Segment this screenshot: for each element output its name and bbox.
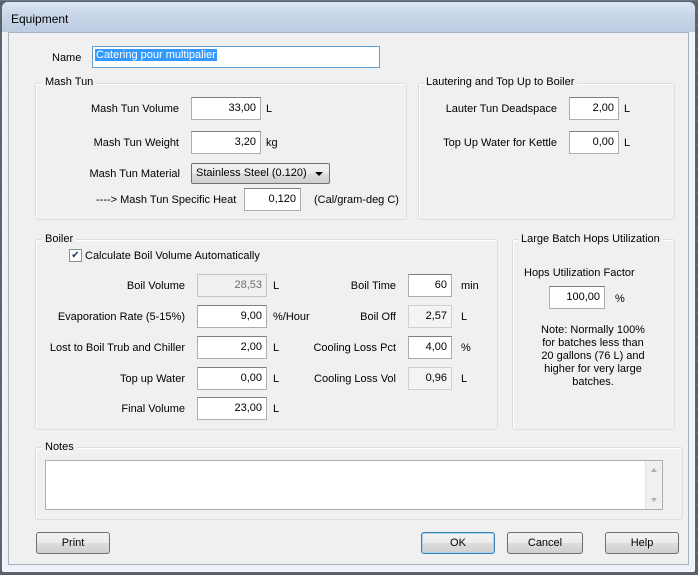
ok-button[interactable]: OK [421, 532, 495, 554]
cooling-loss-vol-unit: L [461, 373, 468, 385]
boil-off-unit: L [461, 311, 468, 323]
calc-boil-volume-checkbox[interactable]: ✔ [69, 249, 82, 262]
boil-volume-label: Boil Volume [126, 280, 185, 292]
final-volume-label: Final Volume [121, 403, 185, 415]
mash-tun-material-label: Mash Tun Material [89, 168, 180, 180]
scroll-down-icon[interactable] [651, 498, 657, 502]
final-volume-unit: L [273, 403, 280, 415]
name-value: Catering pour multipalier [95, 49, 217, 61]
lauter-deadspace-unit: L [624, 103, 631, 115]
mash-tun-volume-unit: L [266, 103, 273, 115]
hops-note: Note: Normally 100% for batches less tha… [522, 324, 664, 389]
equipment-dialog: Equipment Name Catering pour multipalier… [1, 1, 696, 573]
calc-boil-volume-label: Calculate Boil Volume Automatically [85, 250, 260, 262]
topup-water-unit: L [273, 373, 280, 385]
boil-off-field: 2,57 [408, 305, 452, 328]
topup-water-label: Top up Water [119, 373, 185, 385]
mash-tun-weight-label: Mash Tun Weight [93, 137, 179, 149]
hops-note-line: Note: Normally 100% [541, 324, 645, 336]
chevron-down-icon [315, 172, 323, 176]
print-button[interactable]: Print [36, 532, 110, 554]
boil-volume-unit: L [273, 280, 280, 292]
name-label: Name [52, 52, 82, 64]
help-button[interactable]: Help [605, 532, 679, 554]
mash-tun-material-value: Stainless Steel (0.120) [196, 167, 307, 179]
cooling-loss-vol-field: 0,96 [408, 367, 452, 390]
mash-tun-volume-input[interactable]: 33,00 [191, 97, 261, 120]
boiler-title: Boiler [42, 233, 77, 245]
boil-time-input[interactable]: 60 [408, 274, 452, 297]
cooling-loss-pct-input[interactable]: 4,00 [408, 336, 452, 359]
mash-tun-material-select[interactable]: Stainless Steel (0.120) [191, 163, 330, 184]
topup-water-input[interactable]: 0,00 [197, 367, 267, 390]
notes-scrollbar[interactable] [645, 461, 662, 509]
boil-volume-field: 28,53 [197, 274, 267, 297]
trub-chiller-input[interactable]: 2,00 [197, 336, 267, 359]
notes-textarea[interactable] [45, 460, 663, 510]
hops-note-line: batches. [572, 376, 614, 388]
mash-tun-weight-unit: kg [266, 137, 278, 149]
lauter-deadspace-label: Lauter Tun Deadspace [445, 103, 557, 115]
window-title: Equipment [11, 12, 69, 26]
evaporation-rate-input[interactable]: 9,00 [197, 305, 267, 328]
cooling-loss-pct-label: Cooling Loss Pct [313, 342, 396, 354]
hops-factor-input[interactable]: 100,00 [549, 286, 605, 309]
mash-tun-title: Mash Tun [42, 76, 97, 88]
hops-note-line: for batches less than [542, 337, 644, 349]
mash-tun-volume-label: Mash Tun Volume [90, 103, 179, 115]
lautering-title: Lautering and Top Up to Boiler [423, 76, 578, 88]
notes-title: Notes [42, 441, 77, 453]
hops-factor-label: Hops Utilization Factor [524, 267, 635, 279]
dialog-client-area: Name Catering pour multipalier Mash Tun … [8, 32, 689, 565]
cooling-loss-vol-label: Cooling Loss Vol [314, 373, 396, 385]
hops-title: Large Batch Hops Utilization [518, 233, 663, 245]
hops-note-line: 20 gallons (76 L) and [541, 350, 645, 362]
trub-chiller-label: Lost to Boil Trub and Chiller [49, 342, 185, 354]
mash-tun-specific-heat-label: ----> Mash Tun Specific Heat [96, 194, 237, 206]
topup-kettle-label: Top Up Water for Kettle [443, 137, 557, 149]
name-input[interactable]: Catering pour multipalier [92, 46, 380, 68]
hops-note-line: higher for very large [544, 363, 642, 375]
topup-kettle-input[interactable]: 0,00 [569, 131, 619, 154]
cooling-loss-pct-unit: % [461, 342, 471, 354]
boil-time-label: Boil Time [350, 280, 396, 292]
boil-off-label: Boil Off [360, 311, 396, 323]
boil-time-unit: min [461, 280, 479, 292]
scroll-up-icon[interactable] [651, 468, 657, 472]
evaporation-rate-label: Evaporation Rate (5-15%) [57, 311, 185, 323]
mash-tun-weight-input[interactable]: 3,20 [191, 131, 261, 154]
final-volume-input[interactable]: 23,00 [197, 397, 267, 420]
mash-tun-specific-heat-unit: (Cal/gram-deg C) [314, 194, 399, 206]
title-bar[interactable]: Equipment [2, 2, 695, 32]
trub-chiller-unit: L [273, 342, 280, 354]
mash-tun-specific-heat-input[interactable]: 0,120 [244, 188, 301, 211]
topup-kettle-unit: L [624, 137, 631, 149]
hops-factor-unit: % [615, 293, 625, 305]
cancel-button[interactable]: Cancel [507, 532, 583, 554]
lauter-deadspace-input[interactable]: 2,00 [569, 97, 619, 120]
